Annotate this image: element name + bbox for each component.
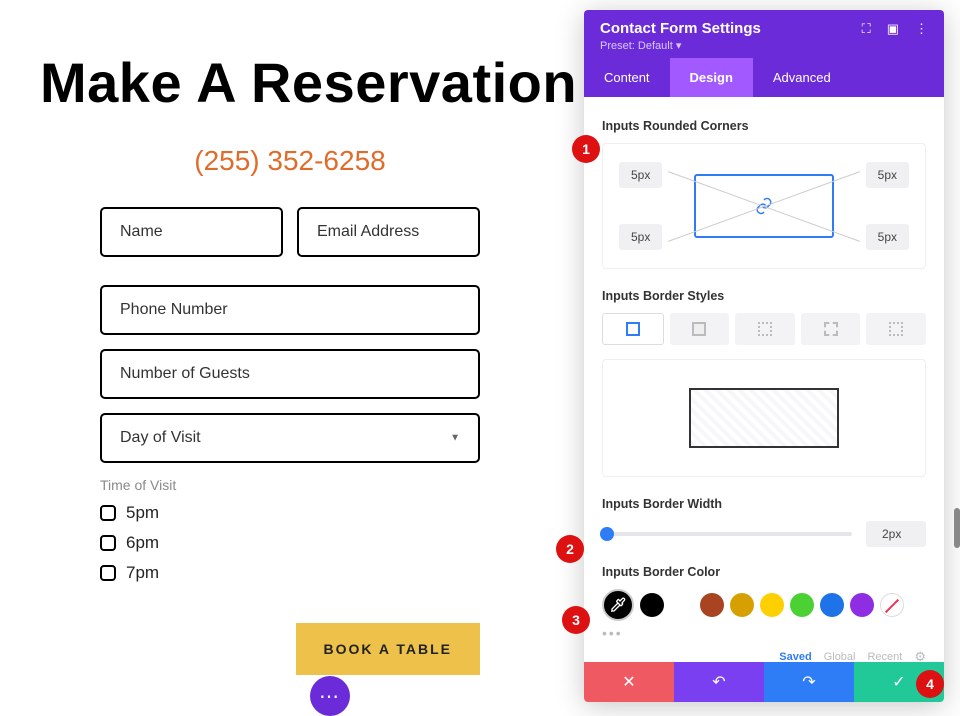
border-styles-label: Inputs Border Styles xyxy=(602,289,926,303)
guests-field[interactable]: Number of Guests xyxy=(100,349,480,399)
scrollbar-thumb[interactable] xyxy=(954,508,960,548)
tab-advanced[interactable]: Advanced xyxy=(753,58,851,97)
square-dotted-icon xyxy=(758,322,772,336)
time-option-label: 5pm xyxy=(126,503,159,523)
redo-button[interactable]: ↷ xyxy=(764,662,854,702)
color-swatch[interactable] xyxy=(640,593,664,617)
checkbox-icon xyxy=(100,565,116,581)
color-swatch-row xyxy=(602,589,926,621)
eyedropper-icon xyxy=(610,597,626,613)
panel-header: Contact Form Settings ⛶ ▣ ⋮ Preset: Defa… xyxy=(584,10,944,58)
email-field[interactable]: Email Address xyxy=(297,207,480,257)
expand-icon[interactable]: ⛶ xyxy=(862,21,871,37)
callout-badge-4: 4 xyxy=(916,670,944,698)
color-tab-recent[interactable]: Recent xyxy=(867,651,902,662)
link-icon[interactable] xyxy=(755,197,773,215)
slider-thumb-icon[interactable] xyxy=(600,527,614,541)
settings-panel: Contact Form Settings ⛶ ▣ ⋮ Preset: Defa… xyxy=(584,10,944,702)
rounded-corners-control: 5px 5px 5px 5px xyxy=(602,143,926,269)
border-style-double[interactable] xyxy=(866,313,926,345)
border-width-label: Inputs Border Width xyxy=(602,497,926,511)
color-swatch[interactable] xyxy=(790,593,814,617)
border-style-selector xyxy=(602,313,926,345)
color-swatch[interactable] xyxy=(700,593,724,617)
color-swatch[interactable] xyxy=(760,593,784,617)
border-style-dashed[interactable] xyxy=(801,313,861,345)
border-width-slider[interactable] xyxy=(602,532,852,536)
rounded-corners-label: Inputs Rounded Corners xyxy=(602,119,926,133)
color-swatch[interactable] xyxy=(820,593,844,617)
square-dotted-icon xyxy=(889,322,903,336)
corner-bottom-left[interactable]: 5px xyxy=(619,224,662,250)
phone-number: (255) 352-6258 xyxy=(40,145,540,177)
color-tab-saved[interactable]: Saved xyxy=(779,651,811,662)
border-style-dotted[interactable] xyxy=(735,313,795,345)
border-preview-wrap xyxy=(602,359,926,477)
more-colors-icon[interactable]: ••• xyxy=(602,625,926,641)
gear-icon[interactable]: ⚙ xyxy=(914,649,926,662)
border-color-label: Inputs Border Color xyxy=(602,565,926,579)
phone-field[interactable]: Phone Number xyxy=(100,285,480,335)
color-swatch[interactable] xyxy=(850,593,874,617)
time-option-6pm[interactable]: 6pm xyxy=(100,533,480,553)
color-swatch[interactable] xyxy=(730,593,754,617)
time-option-5pm[interactable]: 5pm xyxy=(100,503,480,523)
preset-selector[interactable]: Preset: Default ▾ xyxy=(600,39,928,52)
square-none-icon xyxy=(692,322,706,336)
time-option-label: 6pm xyxy=(126,533,159,553)
callout-badge-2: 2 xyxy=(556,535,584,563)
border-width-control: 2px xyxy=(602,521,926,547)
panel-tabs: Content Design Advanced xyxy=(584,58,944,97)
tab-design[interactable]: Design xyxy=(670,58,753,97)
day-select[interactable]: Day of Visit xyxy=(100,413,480,463)
color-swatch[interactable] xyxy=(670,593,694,617)
name-field[interactable]: Name xyxy=(100,207,283,257)
corner-preview xyxy=(694,174,834,238)
undo-button[interactable]: ↶ xyxy=(674,662,764,702)
border-style-none[interactable] xyxy=(670,313,730,345)
panel-footer: ✕ ↶ ↷ ✓ xyxy=(584,662,944,702)
tab-content[interactable]: Content xyxy=(584,58,670,97)
reservation-form: Name Email Address Phone Number Number o… xyxy=(40,207,540,583)
builder-fab-button[interactable]: ⋯ xyxy=(310,676,350,716)
callout-badge-1: 1 xyxy=(572,135,600,163)
color-swatch-none[interactable] xyxy=(880,593,904,617)
color-picker-button[interactable] xyxy=(602,589,634,621)
time-option-7pm[interactable]: 7pm xyxy=(100,563,480,583)
panel-title: Contact Form Settings xyxy=(600,20,761,37)
border-preview xyxy=(689,388,839,448)
page-preview: Make A Reservation (255) 352-6258 Name E… xyxy=(0,0,580,675)
corner-top-right[interactable]: 5px xyxy=(866,162,909,188)
corner-bottom-right[interactable]: 5px xyxy=(866,224,909,250)
checkbox-icon xyxy=(100,535,116,551)
corner-top-left[interactable]: 5px xyxy=(619,162,662,188)
callout-badge-3: 3 xyxy=(562,606,590,634)
time-option-label: 7pm xyxy=(126,563,159,583)
border-width-value[interactable]: 2px xyxy=(866,521,926,547)
checkbox-icon xyxy=(100,505,116,521)
time-of-visit-label: Time of Visit xyxy=(100,477,480,493)
dock-icon[interactable]: ▣ xyxy=(887,21,899,37)
panel-body: Inputs Rounded Corners 5px 5px 5px 5px I xyxy=(584,97,944,662)
close-button[interactable]: ✕ xyxy=(584,662,674,702)
kebab-icon[interactable]: ⋮ xyxy=(915,21,928,37)
page-title: Make A Reservation xyxy=(40,50,540,115)
square-solid-icon xyxy=(626,322,640,336)
border-style-solid[interactable] xyxy=(602,313,664,345)
book-table-button[interactable]: BOOK A TABLE xyxy=(296,623,480,675)
color-source-tabs: Saved Global Recent ⚙ xyxy=(602,649,926,662)
square-dashed-icon xyxy=(824,322,838,336)
color-tab-global[interactable]: Global xyxy=(824,651,856,662)
